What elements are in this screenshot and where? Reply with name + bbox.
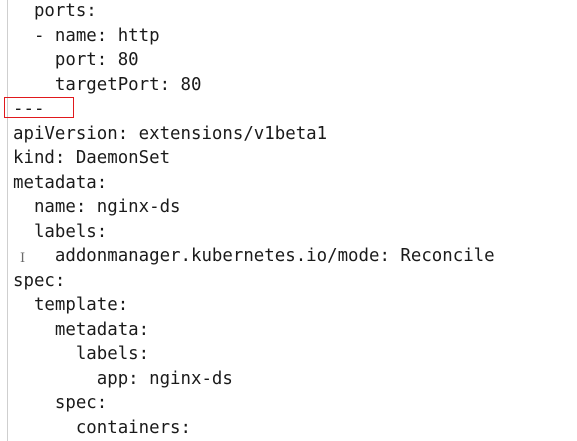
code-content[interactable]: ports: - name: http port: 80 targetPort:… bbox=[13, 0, 495, 440]
code-line-10: labels: bbox=[13, 221, 108, 242]
gutter-divider bbox=[7, 0, 8, 441]
code-line-5: --- bbox=[13, 99, 45, 119]
code-line-6: apiVersion: extensions/v1beta1 bbox=[13, 123, 328, 144]
document-separator-highlight bbox=[4, 97, 74, 118]
code-editor[interactable]: ports: - name: http port: 80 targetPort:… bbox=[0, 0, 577, 441]
code-line-12: spec: bbox=[13, 270, 66, 291]
code-line-1: ports: bbox=[13, 1, 97, 21]
code-line-18: containers: bbox=[13, 417, 191, 438]
code-line-3: port: 80 bbox=[13, 50, 139, 70]
code-line-9: name: nginx-ds bbox=[13, 197, 181, 217]
code-line-7: kind: DaemonSet bbox=[13, 148, 171, 168]
code-line-11: addonmanager.kubernetes.io/mode: Reconci… bbox=[13, 246, 495, 266]
code-line-16: app: nginx-ds bbox=[13, 368, 233, 389]
text-cursor-icon: I bbox=[20, 251, 26, 266]
code-line-13: template: bbox=[13, 295, 129, 315]
code-line-8: metadata: bbox=[13, 172, 108, 193]
code-line-15: labels: bbox=[13, 344, 150, 364]
code-line-2: - name: http bbox=[13, 25, 160, 46]
code-line-14: metadata: bbox=[13, 319, 150, 340]
code-line-17: spec: bbox=[13, 393, 108, 413]
code-line-4: targetPort: 80 bbox=[13, 74, 202, 95]
